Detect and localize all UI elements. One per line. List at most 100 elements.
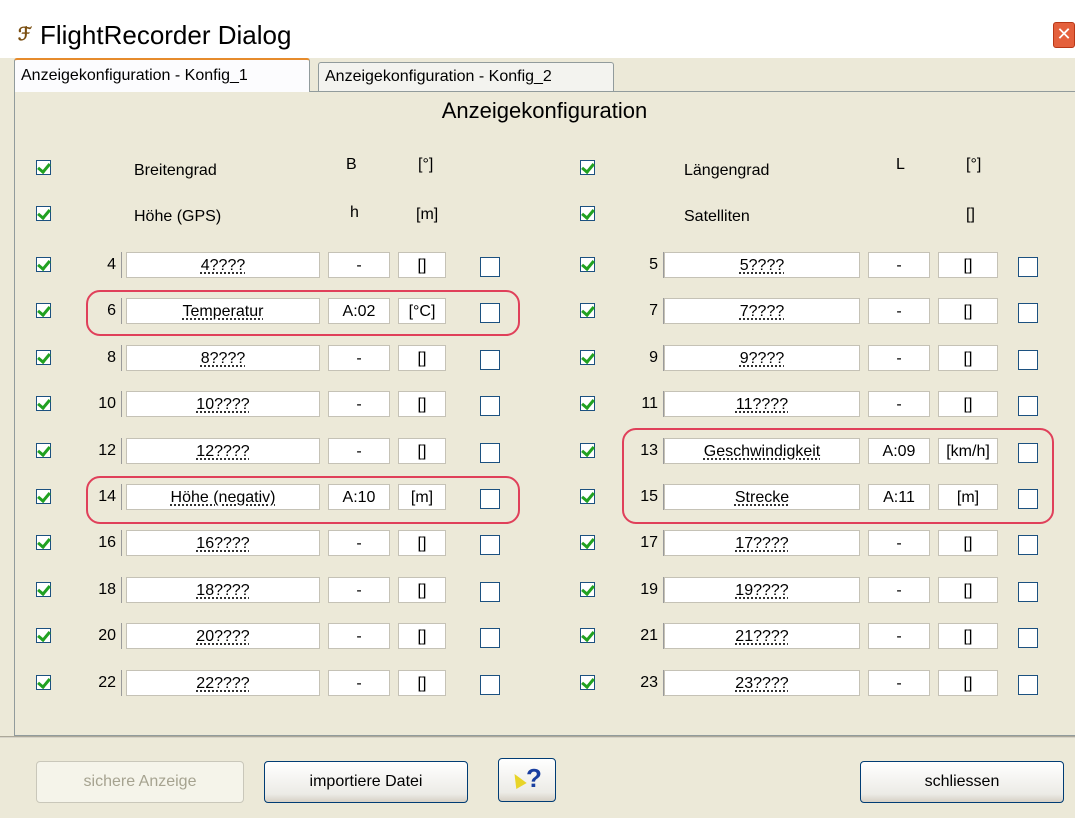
row-option-checkbox[interactable]	[480, 350, 500, 370]
row-channel-field[interactable]: -	[328, 577, 390, 603]
row-option-checkbox[interactable]	[1018, 443, 1038, 463]
row-unit-field[interactable]: [m]	[938, 484, 998, 510]
row-option-checkbox[interactable]	[1018, 350, 1038, 370]
row-name-field[interactable]: 16????	[126, 530, 320, 556]
row-unit-field[interactable]: []	[938, 623, 998, 649]
row-enable-checkbox[interactable]	[580, 582, 595, 597]
row-option-checkbox[interactable]	[480, 628, 500, 648]
row-name-field[interactable]: 9????	[664, 345, 860, 371]
row-option-checkbox[interactable]	[1018, 396, 1038, 416]
row-option-checkbox[interactable]	[1018, 675, 1038, 695]
row-unit-field[interactable]: []	[398, 577, 446, 603]
row-unit-field[interactable]: []	[938, 530, 998, 556]
row-channel-field[interactable]: -	[868, 577, 930, 603]
row-name-field[interactable]: 7????	[664, 298, 860, 324]
row-enable-checkbox[interactable]	[36, 628, 51, 643]
row-unit-field[interactable]: []	[938, 391, 998, 417]
row-name-field[interactable]: Temperatur	[126, 298, 320, 324]
row-unit-field[interactable]: [km/h]	[938, 438, 998, 464]
import-file-button[interactable]: importiere Datei	[264, 761, 468, 803]
row-name-field[interactable]: 5????	[664, 252, 860, 278]
row-channel-field[interactable]: -	[328, 530, 390, 556]
help-button[interactable]: ?	[498, 758, 556, 802]
row-channel-field[interactable]: -	[328, 670, 390, 696]
row-name-field[interactable]: Höhe (negativ)	[126, 484, 320, 510]
row-option-checkbox[interactable]	[1018, 582, 1038, 602]
row-unit-field[interactable]: []	[938, 577, 998, 603]
row-channel-field[interactable]: A:10	[328, 484, 390, 510]
row-name-field[interactable]: 12????	[126, 438, 320, 464]
row-name-field[interactable]: 10????	[126, 391, 320, 417]
row-channel-field[interactable]: A:02	[328, 298, 390, 324]
tab-konfig-1[interactable]: Anzeigekonfiguration - Konfig_1	[14, 58, 310, 92]
row-unit-field[interactable]: []	[398, 391, 446, 417]
row-name-field[interactable]: Strecke	[664, 484, 860, 510]
row-channel-field[interactable]: -	[328, 623, 390, 649]
row-channel-field[interactable]: -	[868, 252, 930, 278]
row-name-field[interactable]: 20????	[126, 623, 320, 649]
row-option-checkbox[interactable]	[1018, 489, 1038, 509]
row-option-checkbox[interactable]	[480, 675, 500, 695]
row-enable-checkbox[interactable]	[36, 257, 51, 272]
row-unit-field[interactable]: []	[938, 345, 998, 371]
row-unit-field[interactable]: [°C]	[398, 298, 446, 324]
row-unit-field[interactable]: [m]	[398, 484, 446, 510]
row-channel-field[interactable]: -	[328, 391, 390, 417]
row-enable-checkbox[interactable]	[36, 396, 51, 411]
row-enable-checkbox[interactable]	[36, 535, 51, 550]
row-channel-field[interactable]: -	[328, 345, 390, 371]
row-option-checkbox[interactable]	[480, 535, 500, 555]
checkbox-hoehe-gps[interactable]	[36, 206, 51, 221]
row-channel-field[interactable]: -	[328, 438, 390, 464]
row-channel-field[interactable]: -	[868, 298, 930, 324]
row-channel-field[interactable]: -	[328, 252, 390, 278]
row-name-field[interactable]: 19????	[664, 577, 860, 603]
row-name-field[interactable]: 23????	[664, 670, 860, 696]
row-channel-field[interactable]: A:11	[868, 484, 930, 510]
row-channel-field[interactable]: -	[868, 623, 930, 649]
row-enable-checkbox[interactable]	[580, 257, 595, 272]
row-enable-checkbox[interactable]	[580, 443, 595, 458]
row-unit-field[interactable]: []	[398, 438, 446, 464]
row-channel-field[interactable]: A:09	[868, 438, 930, 464]
close-icon[interactable]: ✕	[1053, 22, 1075, 48]
row-option-checkbox[interactable]	[1018, 303, 1038, 323]
row-name-field[interactable]: 4????	[126, 252, 320, 278]
row-enable-checkbox[interactable]	[580, 628, 595, 643]
row-channel-field[interactable]: -	[868, 670, 930, 696]
row-enable-checkbox[interactable]	[580, 350, 595, 365]
row-unit-field[interactable]: []	[398, 530, 446, 556]
save-display-button[interactable]: sichere Anzeige	[36, 761, 244, 803]
row-enable-checkbox[interactable]	[36, 675, 51, 690]
row-name-field[interactable]: 11????	[664, 391, 860, 417]
row-unit-field[interactable]: []	[398, 670, 446, 696]
row-option-checkbox[interactable]	[1018, 257, 1038, 277]
row-enable-checkbox[interactable]	[580, 303, 595, 318]
tab-konfig-2[interactable]: Anzeigekonfiguration - Konfig_2	[318, 62, 614, 92]
row-enable-checkbox[interactable]	[580, 535, 595, 550]
row-name-field[interactable]: Geschwindigkeit	[664, 438, 860, 464]
row-option-checkbox[interactable]	[480, 582, 500, 602]
row-name-field[interactable]: 18????	[126, 577, 320, 603]
row-channel-field[interactable]: -	[868, 345, 930, 371]
row-unit-field[interactable]: []	[398, 345, 446, 371]
row-enable-checkbox[interactable]	[36, 582, 51, 597]
row-enable-checkbox[interactable]	[580, 675, 595, 690]
row-enable-checkbox[interactable]	[580, 489, 595, 504]
row-option-checkbox[interactable]	[480, 303, 500, 323]
row-unit-field[interactable]: []	[398, 252, 446, 278]
row-enable-checkbox[interactable]	[580, 396, 595, 411]
close-button[interactable]: schliessen	[860, 761, 1064, 803]
row-enable-checkbox[interactable]	[36, 489, 51, 504]
row-name-field[interactable]: 21????	[664, 623, 860, 649]
checkbox-breitengrad[interactable]	[36, 160, 51, 175]
row-name-field[interactable]: 8????	[126, 345, 320, 371]
checkbox-satelliten[interactable]	[580, 206, 595, 221]
row-channel-field[interactable]: -	[868, 391, 930, 417]
row-name-field[interactable]: 22????	[126, 670, 320, 696]
row-name-field[interactable]: 17????	[664, 530, 860, 556]
row-unit-field[interactable]: []	[398, 623, 446, 649]
row-enable-checkbox[interactable]	[36, 443, 51, 458]
row-option-checkbox[interactable]	[1018, 628, 1038, 648]
row-enable-checkbox[interactable]	[36, 303, 51, 318]
